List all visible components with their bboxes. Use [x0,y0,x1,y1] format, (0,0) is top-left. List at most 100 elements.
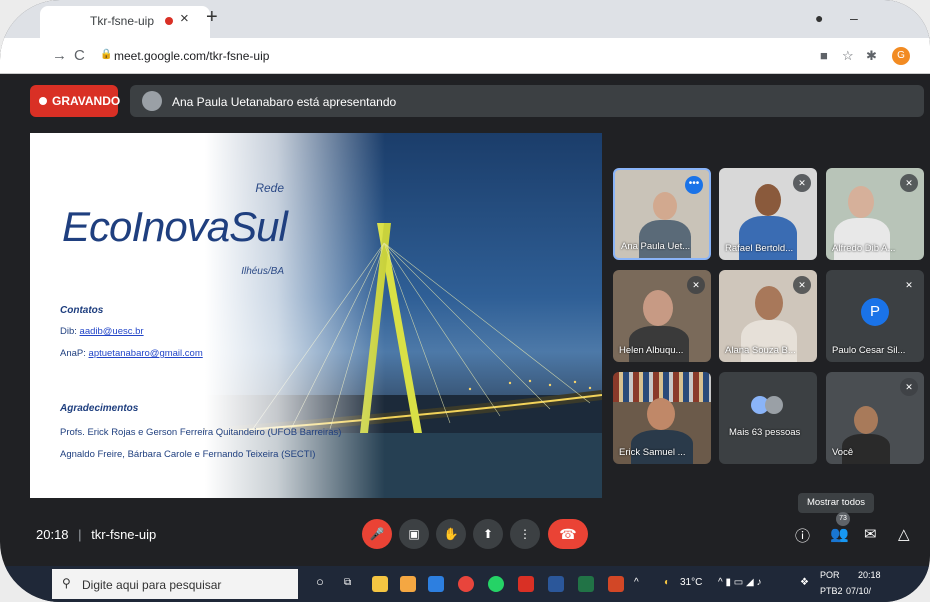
participant-tile[interactable]: ✕ Alana Souza B... [719,270,817,362]
presenting-banner: Ana Paula Uetanabaro está apresentando [130,85,924,117]
mic-off-icon: ✕ [900,378,918,396]
slide-contatos-heading: Contatos [60,305,104,316]
more-participants-label: Mais 63 pessoas [729,427,801,438]
self-view-tile[interactable]: ✕ Você [826,372,924,464]
address-bar[interactable]: 🔒 meet.google.com/tkr-fsne-uip [96,43,816,69]
chrome-icon[interactable] [458,576,474,592]
mic-off-icon: ✕ [793,174,811,192]
camera-button[interactable]: ▣ [399,519,429,549]
store-icon[interactable] [400,576,416,592]
task-view-icon[interactable]: ⧉ [344,577,351,588]
more-options-button[interactable]: ⋮ [510,519,540,549]
participant-avatar [765,396,783,414]
whatsapp-icon[interactable] [488,576,504,592]
info-icon[interactable]: ⓘ [795,525,810,546]
meeting-code: tkr-fsne-uip [91,527,157,542]
participant-video [755,184,781,216]
clock-time[interactable]: 20:18 [858,570,881,580]
slide-thanks-line1: Profs. Erick Rojas e Gerson Ferreira Qui… [60,427,342,438]
screen-frame: Tkr-fsne-uip × + ● – → C 🔒 meet.google.c… [0,0,930,602]
raise-hand-button[interactable]: ✋ [436,519,466,549]
search-icon: ⚲ [62,576,71,590]
show-all-tooltip: Mostrar todos [798,493,874,513]
participant-tile[interactable]: ✕ Rafael Bertold... [719,168,817,260]
microphone-off-button[interactable]: 🎤 [362,519,392,549]
lang-primary[interactable]: POR [820,570,840,580]
participant-video-body [629,326,689,362]
powerpoint-icon[interactable] [608,576,624,592]
slide-thanks-line2: Agnaldo Freire, Bárbara Carole e Fernand… [60,449,316,460]
mic-off-icon: ✕ [900,276,918,294]
forward-icon[interactable]: → [52,47,67,64]
more-participants-tile[interactable]: Mais 63 pessoas [719,372,817,464]
browser-toolbar: → C 🔒 meet.google.com/tkr-fsne-uip ■ ☆ ✱… [0,38,930,74]
slide-contact-anap: AnaP: aptuetanabaro@gmail.com [60,348,203,359]
participant-tile[interactable]: ✕ Alfredo Dib A... [826,168,924,260]
participant-name: Alana Souza B... [725,345,796,356]
mic-off-icon: ✕ [900,174,918,192]
mail-icon[interactable] [428,576,444,592]
participant-tile[interactable]: ••• Ana Paula Uet... [613,168,711,260]
participant-name: Helen Albuqu... [619,345,684,356]
leave-call-button[interactable]: ☎ [548,519,588,549]
more-options-icon[interactable]: ••• [685,176,703,194]
temperature[interactable]: 31°C [680,577,702,588]
slide-agradecimentos-heading: Agradecimentos [60,403,139,414]
acrobat-icon[interactable] [518,576,534,592]
clock-date[interactable]: 07/10/ [846,586,871,596]
participant-video [848,186,874,218]
mic-off-icon: ✕ [793,276,811,294]
minimize-icon[interactable]: – [850,10,858,26]
slide-fade [205,133,385,498]
dib-label: Dib: [60,326,77,337]
chat-icon[interactable]: ✉ [864,525,877,543]
extensions-icon[interactable]: ✱ [866,48,877,64]
meeting-time: 20:18 [36,527,69,542]
tab-close-icon[interactable]: × [180,10,189,27]
weather-icon: ◐ [664,577,671,588]
participant-name: Erick Samuel ... [619,447,686,458]
people-icon[interactable]: 👥 [830,525,849,543]
tray-icons[interactable]: ^ ▮ ▭ ◢ ♪ [718,577,761,588]
participant-name: Ana Paula Uet... [621,241,691,252]
excel-icon[interactable] [578,576,594,592]
recording-dot-icon [165,17,173,25]
lang-secondary[interactable]: PTB2 [820,586,843,596]
account-icon[interactable]: ● [815,10,823,26]
participant-video-body [639,220,691,258]
lock-icon: 🔒 [100,49,113,60]
participant-name: Paulo Cesar Sil... [832,345,906,356]
presenting-text: Ana Paula Uetanabaro está apresentando [172,95,397,109]
profile-avatar[interactable]: G [892,47,910,65]
star-icon[interactable]: ☆ [842,48,854,64]
participant-name: Alfredo Dib A... [832,243,896,254]
chevron-up-icon[interactable]: ^ [634,577,639,588]
word-icon[interactable] [548,576,564,592]
file-explorer-icon[interactable] [372,576,388,592]
participant-name: Rafael Bertold... [725,243,794,254]
new-tab-icon[interactable]: + [206,6,218,29]
recording-label: GRAVANDO [52,94,121,108]
present-screen-button[interactable]: ⬆ [473,519,503,549]
anap-email-link[interactable]: aptuetanabaro@gmail.com [89,348,203,359]
slide-city: Ilhéus/BA [241,266,284,277]
dib-email-link[interactable]: aadib@uesc.br [80,326,144,337]
mic-off-icon: ✕ [687,276,705,294]
participant-tile[interactable]: P ✕ Paulo Cesar Sil... [826,270,924,362]
slide-contact-dib: Dib: aadib@uesc.br [60,326,144,337]
cortana-icon[interactable]: ○ [316,574,324,589]
reload-icon[interactable]: C [74,47,85,64]
browser-tabstrip: Tkr-fsne-uip × + ● – [0,0,930,38]
participant-video [647,398,675,430]
camera-icon[interactable]: ■ [820,48,828,63]
taskbar-search[interactable]: ⚲ Digite aqui para pesquisar [52,569,298,599]
activities-icon[interactable]: △ [898,525,910,543]
participant-tile[interactable]: ✕ Helen Albuqu... [613,270,711,362]
participant-tile[interactable]: Erick Samuel ... [613,372,711,464]
dropbox-icon[interactable]: ❖ [800,577,809,588]
participant-video [653,192,677,220]
participant-name: Você [832,447,854,458]
windows-taskbar: ⚲ Digite aqui para pesquisar ○ ⧉ ^ ◐ 31°… [0,566,930,602]
slide-rede: Rede [255,181,284,195]
participant-count-badge: 73 [836,512,850,526]
